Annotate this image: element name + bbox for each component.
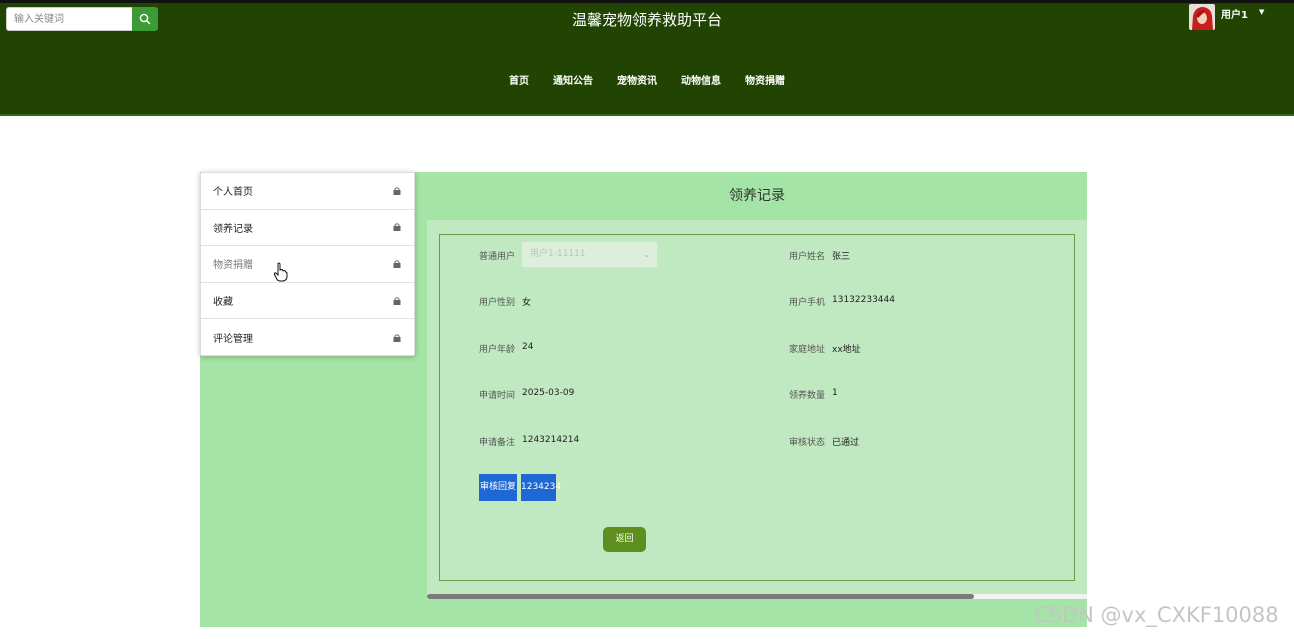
sidebar-item-label: 收藏 (213, 297, 233, 309)
scrollbar-thumb[interactable] (427, 594, 974, 599)
sidebar-item-label: 领养记录 (213, 223, 253, 235)
nav-animals[interactable]: 动物信息 (681, 72, 721, 87)
reply-label: 审核回复 (479, 474, 517, 501)
apply-time-value: 2025-03-09 (522, 388, 575, 398)
name-label: 用户姓名 (789, 252, 826, 262)
lock-icon (393, 333, 401, 342)
lock-icon (393, 223, 401, 232)
nav-donations[interactable]: 物资捐赠 (745, 72, 785, 87)
main-nav: 首页 通知公告 宠物资讯 动物信息 物资捐赠 (0, 72, 1294, 87)
apply-time-label: 申请时间 (479, 391, 516, 401)
lock-icon (393, 296, 401, 305)
user-select[interactable]: 用户1-11111 ⌄ (521, 241, 658, 268)
gender-label: 用户性别 (479, 298, 516, 308)
sidebar-item-label: 物资捐赠 (213, 260, 253, 272)
nav-pet-news[interactable]: 宠物资讯 (617, 72, 657, 87)
remark-label: 申请备注 (479, 438, 516, 448)
adopt-count-value: 1 (832, 388, 838, 398)
avatar[interactable] (1189, 4, 1215, 30)
lock-icon (393, 260, 401, 268)
sidebar-item-donations[interactable]: 物资捐赠 (201, 246, 414, 283)
sidebar-item-label: 个人首页 (213, 187, 253, 199)
lock-icon (393, 187, 401, 195)
address-label: 家庭地址 (789, 345, 826, 355)
sidebar-item-favorites[interactable]: 收藏 (201, 283, 414, 320)
sidebar-item-profile[interactable]: 个人首页 (201, 173, 414, 210)
back-button[interactable]: 返回 (603, 527, 646, 552)
reply-value: 1234234 (521, 474, 561, 501)
sidebar-item-comments[interactable]: 评论管理 (201, 319, 414, 356)
phone-label: 用户手机 (789, 298, 826, 308)
address-value: xx地址 (832, 345, 861, 355)
age-value: 24 (522, 342, 534, 352)
nav-notices[interactable]: 通知公告 (553, 72, 593, 87)
sidebar-item-label: 评论管理 (213, 334, 253, 346)
chevron-down-icon[interactable]: ▼ (1259, 8, 1264, 16)
status-value: 已通过 (832, 438, 860, 448)
user-label: 普通用户 (479, 252, 516, 262)
user-select-value: 用户1-11111 (530, 249, 586, 259)
user-menu[interactable]: 用户1 ▼ (1189, 4, 1264, 30)
remark-value: 1243214214 (522, 435, 580, 445)
chevron-down-icon: ⌄ (643, 250, 650, 259)
nav-home[interactable]: 首页 (509, 72, 529, 87)
gender-value: 女 (522, 298, 532, 308)
adopt-count-label: 领养数量 (789, 391, 826, 401)
name-value: 张三 (832, 252, 851, 262)
site-title: 温馨宠物领养救助平台 (571, 11, 722, 29)
page-title: 领养记录 (729, 188, 785, 204)
hand-cursor-icon (273, 262, 288, 282)
age-label: 用户年龄 (479, 345, 516, 355)
username[interactable]: 用户1 (1221, 6, 1248, 21)
sidebar-menu: 个人首页 领养记录 物资捐赠 收藏 评论管理 (200, 172, 415, 356)
sidebar-item-adoption-records[interactable]: 领养记录 (201, 210, 414, 247)
record-form (439, 234, 1075, 581)
watermark: CSDN @vx_CXKF10088 (1034, 603, 1279, 627)
status-label: 审核状态 (789, 438, 826, 448)
phone-value: 13132233444 (832, 295, 895, 305)
